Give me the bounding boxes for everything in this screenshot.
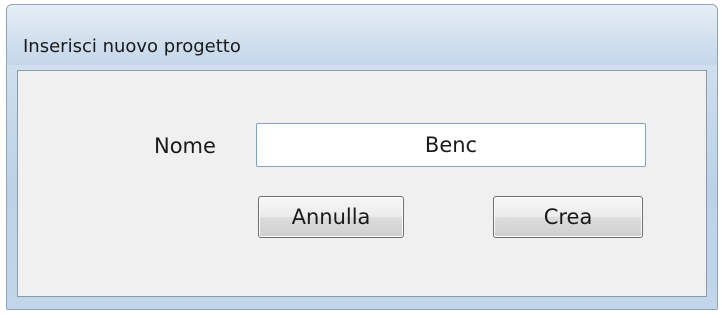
name-input[interactable]	[256, 123, 646, 167]
name-label: Nome	[154, 134, 216, 158]
title-bar[interactable]: Inserisci nuovo progetto	[7, 5, 717, 65]
create-button[interactable]: Crea	[493, 196, 643, 238]
dialog-window: Inserisci nuovo progetto Nome Annulla Cr…	[6, 4, 718, 310]
cancel-button[interactable]: Annulla	[258, 196, 404, 238]
dialog-content: Nome Annulla Crea	[17, 70, 707, 297]
window-title: Inserisci nuovo progetto	[23, 36, 241, 57]
